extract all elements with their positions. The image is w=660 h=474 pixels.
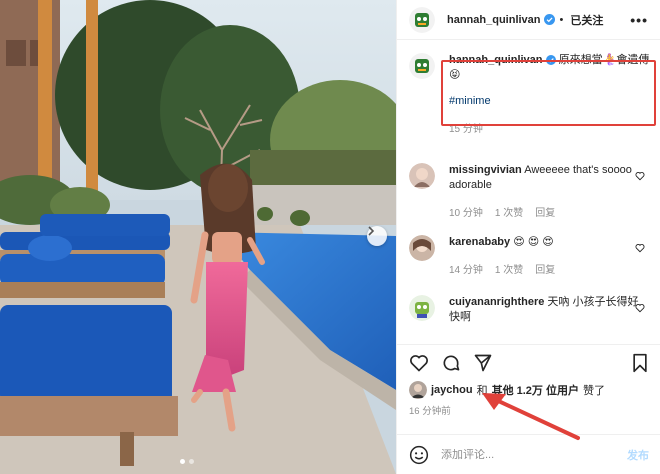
post-photo[interactable]	[0, 0, 396, 474]
comment-likes[interactable]: 1 次赞	[495, 261, 523, 276]
post-header: hannah_quinlivan • 已关注 •••	[397, 0, 660, 40]
profile-photo-icon	[409, 235, 435, 261]
comment-likes[interactable]: 1 次赞	[495, 204, 523, 219]
post-actions: jaychou 和 其他 1.2万 位用户 赞了 16 分钟前	[397, 344, 660, 417]
header-username[interactable]: hannah_quinlivan	[447, 14, 541, 26]
cartoon-avatar-icon	[409, 6, 435, 33]
following-button[interactable]: 已关注	[570, 12, 603, 28]
more-dots-icon[interactable]: •••	[630, 12, 648, 28]
comment-text: 😍 😍 😍	[513, 236, 554, 248]
avatar[interactable]	[409, 6, 435, 33]
profile-photo-icon	[409, 163, 435, 189]
reply-button[interactable]: 回复	[535, 261, 555, 276]
heart-icon[interactable]	[409, 353, 429, 373]
cartoon-avatar-icon	[409, 53, 435, 79]
comment-username[interactable]: cuiyananrighthere	[449, 296, 544, 308]
reply-button[interactable]: 回复	[535, 204, 555, 219]
heart-icon[interactable]	[635, 243, 645, 253]
avatar[interactable]	[409, 295, 435, 321]
smiley-icon[interactable]	[409, 445, 429, 465]
caption-row: hannah_quinlivan 原來想當🧜‍♀️會遺傳😝 #minime 15…	[409, 53, 653, 135]
action-icon-bar	[397, 345, 660, 381]
liked-by-username[interactable]: jaychou	[431, 384, 473, 396]
avatar[interactable]	[409, 53, 435, 79]
comment-row: karenababy 😍 😍 😍 14 分钟 1 次赞 回复	[409, 235, 653, 276]
liked-by: jaychou 和 其他 1.2万 位用户 赞了	[397, 381, 660, 399]
post-comment-button[interactable]: 发布	[627, 447, 649, 463]
carousel-dot	[189, 459, 194, 464]
comment-row: missingvivian Aweeeee that's soooo adora…	[409, 163, 653, 219]
caption-username[interactable]: hannah_quinlivan	[449, 54, 543, 66]
photo-illustration	[0, 0, 396, 474]
bookmark-icon[interactable]	[631, 353, 649, 373]
caption-hashtag[interactable]: #minime	[449, 94, 653, 109]
liked-by-suffix: 赞了	[582, 385, 605, 397]
post-time-ago[interactable]: 16 分钟前	[397, 399, 660, 417]
heart-icon[interactable]	[635, 171, 645, 181]
avatar[interactable]	[409, 163, 435, 189]
comment-username[interactable]: missingvivian	[449, 164, 522, 176]
header-separator: •	[559, 13, 564, 26]
comment-time[interactable]: 10 分钟	[449, 204, 483, 219]
comment-icon[interactable]	[441, 353, 461, 373]
liked-by-others[interactable]: 其他 1.2万 位用户	[492, 382, 579, 398]
post-side-panel: hannah_quinlivan • 已关注 ••• hannah_quinli…	[396, 0, 660, 474]
add-comment-bar: 发布	[397, 434, 660, 474]
comment-time[interactable]: 14 分钟	[449, 261, 483, 276]
cartoon-avatar-icon	[409, 295, 435, 321]
avatar[interactable]	[409, 235, 435, 261]
instagram-post: hannah_quinlivan • 已关注 ••• hannah_quinli…	[0, 0, 660, 474]
caption-text: hannah_quinlivan 原來想當🧜‍♀️會遺傳😝	[449, 53, 653, 83]
carousel-dot	[180, 459, 185, 464]
carousel-dots	[180, 459, 194, 464]
avatar[interactable]	[409, 381, 427, 399]
liked-by-mid: 和	[476, 385, 488, 397]
verified-badge-icon	[543, 14, 555, 25]
caption-time[interactable]: 15 分钟	[449, 120, 483, 135]
chevron-right-icon	[368, 226, 375, 236]
heart-icon[interactable]	[635, 303, 645, 313]
share-icon[interactable]	[473, 353, 493, 373]
comments-list: hannah_quinlivan 原來想當🧜‍♀️會遺傳😝 #minime 15…	[397, 41, 660, 341]
comment-input[interactable]	[441, 448, 611, 461]
comment-username[interactable]: karenababy	[449, 236, 510, 248]
comment-row: cuiyananrighthere 天吶 小孩子长得好快啊	[409, 295, 653, 325]
carousel-next-button[interactable]	[367, 226, 387, 246]
profile-photo-icon	[409, 381, 427, 399]
verified-badge-icon	[545, 55, 556, 66]
